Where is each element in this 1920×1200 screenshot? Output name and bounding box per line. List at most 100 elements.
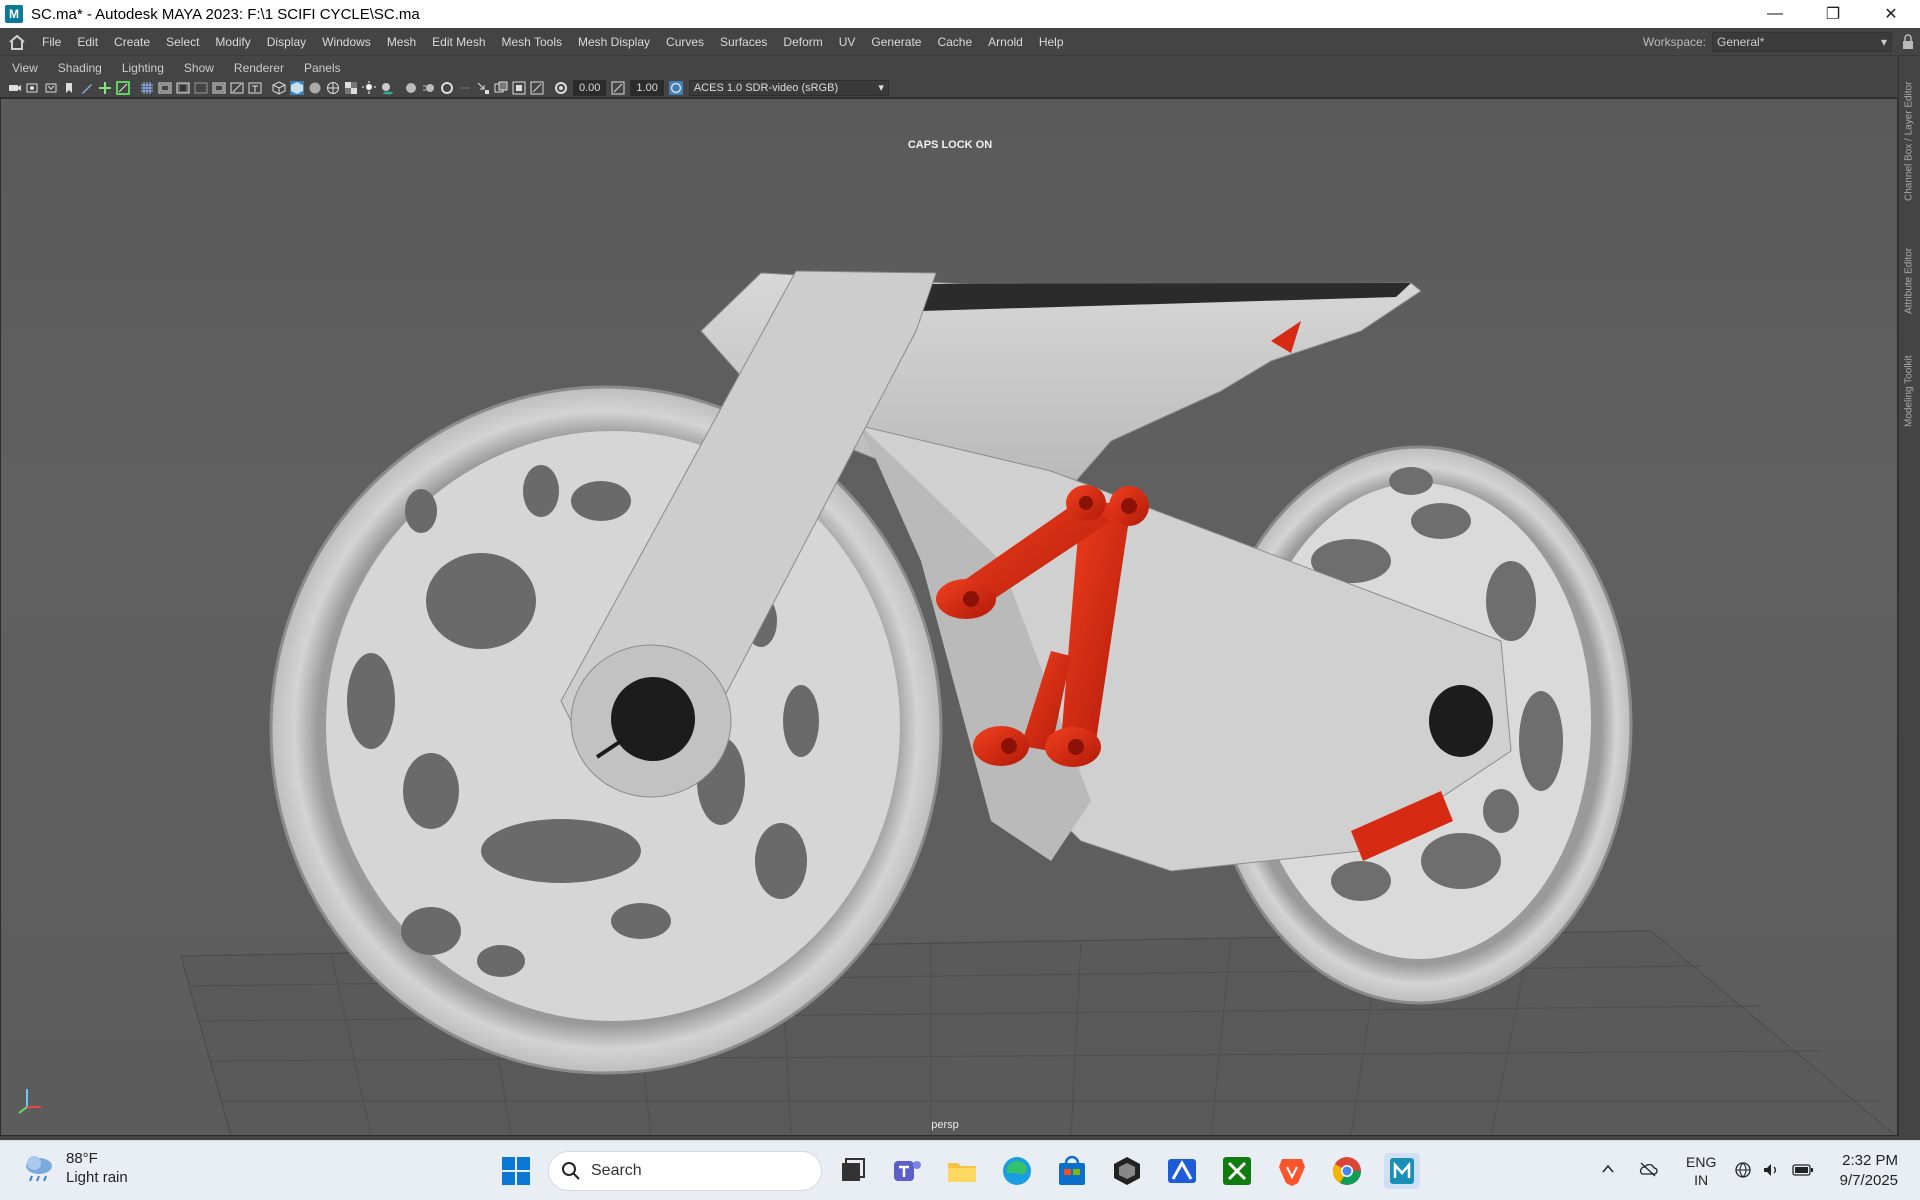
axis-gizmo xyxy=(18,1089,41,1114)
system-clock[interactable]: 2:32 PM 9/7/2025 xyxy=(1840,1151,1898,1191)
field-chart-icon[interactable] xyxy=(194,81,208,95)
weather-widget[interactable]: 88°F Light rain xyxy=(22,1149,128,1187)
clock-time: 2:32 PM xyxy=(1842,1152,1898,1169)
wireframe-on-shaded-icon[interactable] xyxy=(326,81,340,95)
panel-menu-show[interactable]: Show xyxy=(172,61,222,75)
menu-file[interactable]: File xyxy=(34,35,69,49)
gamma-field[interactable]: 1.00 xyxy=(630,79,664,96)
chevron-up-icon[interactable] xyxy=(1600,1161,1616,1177)
xray-joints-icon[interactable] xyxy=(512,81,526,95)
menu-mesh[interactable]: Mesh xyxy=(379,35,424,49)
select-camera-icon[interactable] xyxy=(8,81,22,95)
panel-menu-panels[interactable]: Panels xyxy=(292,61,349,75)
menu-display[interactable]: Display xyxy=(259,35,314,49)
network-globe-icon[interactable] xyxy=(1734,1161,1752,1179)
menu-mesh-display[interactable]: Mesh Display xyxy=(570,35,658,49)
teams-icon[interactable] xyxy=(889,1153,925,1189)
volume-icon[interactable] xyxy=(1762,1161,1780,1179)
menu-curves[interactable]: Curves xyxy=(658,35,712,49)
search-label: Search xyxy=(591,1162,642,1179)
xray-components-icon[interactable] xyxy=(530,81,544,95)
smooth-shade-icon[interactable] xyxy=(290,80,304,95)
color-management-icon[interactable] xyxy=(668,80,683,95)
close-button[interactable]: ✕ xyxy=(1862,0,1920,28)
affinity-icon[interactable] xyxy=(1164,1153,1200,1189)
restore-button[interactable]: ❐ xyxy=(1804,0,1862,28)
grease-pencil-icon[interactable] xyxy=(80,81,94,95)
chrome-icon[interactable] xyxy=(1329,1153,1365,1189)
shadows-icon[interactable] xyxy=(380,81,394,95)
3d-viewport[interactable]: CAPS LOCK ON persp xyxy=(0,98,1898,1136)
title-bar: M SC.ma* - Autodesk MAYA 2023: F:\1 SCIF… xyxy=(0,0,1920,28)
tab-channel-box[interactable]: Channel Box / Layer Editor xyxy=(1898,66,1920,216)
gate-mask-icon[interactable] xyxy=(176,81,190,95)
screen-space-ao-icon[interactable] xyxy=(404,81,418,95)
image-plane-icon[interactable] xyxy=(62,81,76,95)
lock-icon[interactable] xyxy=(1902,34,1914,50)
xbox-icon[interactable] xyxy=(1219,1153,1255,1189)
taskbar-search[interactable]: Search xyxy=(548,1151,822,1191)
edge-icon[interactable] xyxy=(999,1153,1035,1189)
color-space-dropdown[interactable]: ACES 1.0 SDR-video (sRGB) ▾ xyxy=(688,79,889,96)
menu-modify[interactable]: Modify xyxy=(207,35,258,49)
use-default-material-icon[interactable] xyxy=(308,81,322,95)
menu-generate[interactable]: Generate xyxy=(863,35,929,49)
task-view-icon[interactable] xyxy=(834,1153,870,1189)
menu-select[interactable]: Select xyxy=(158,35,207,49)
2d-pan-zoom-icon[interactable] xyxy=(98,81,112,95)
unity-icon[interactable] xyxy=(1109,1153,1145,1189)
rain-cloud-icon xyxy=(26,1156,52,1182)
safe-action-icon[interactable] xyxy=(212,81,226,95)
side-tabs: Channel Box / Layer Editor Attribute Edi… xyxy=(1898,56,1920,1136)
resolution-gate-icon[interactable] xyxy=(158,81,172,95)
text-icon[interactable] xyxy=(248,81,262,95)
menu-edit-mesh[interactable]: Edit Mesh xyxy=(424,35,493,49)
brave-icon[interactable] xyxy=(1274,1153,1310,1189)
weather-description: Light rain xyxy=(66,1169,128,1186)
menu-deform[interactable]: Deform xyxy=(775,35,830,49)
tab-attribute-editor[interactable]: Attribute Editor xyxy=(1898,231,1920,331)
safe-title-icon[interactable] xyxy=(230,81,244,95)
minimize-button[interactable]: — xyxy=(1746,0,1804,28)
home-icon[interactable] xyxy=(8,34,26,50)
xray-icon[interactable] xyxy=(494,81,508,95)
menu-create[interactable]: Create xyxy=(106,35,158,49)
motion-blur-icon[interactable] xyxy=(422,81,436,95)
panel-menu-renderer[interactable]: Renderer xyxy=(222,61,292,75)
windows-start-icon[interactable] xyxy=(498,1153,534,1189)
gamma-icon[interactable] xyxy=(611,81,625,95)
menu-uv[interactable]: UV xyxy=(831,35,864,49)
menu-windows[interactable]: Windows xyxy=(314,35,379,49)
textured-icon[interactable] xyxy=(344,81,358,95)
battery-icon[interactable] xyxy=(1792,1162,1814,1178)
workspace-dropdown[interactable]: General* ▾ xyxy=(1712,32,1892,52)
main-menu-bar: File Edit Create Select Modify Display W… xyxy=(0,28,1920,56)
menu-surfaces[interactable]: Surfaces xyxy=(712,35,775,49)
clock-date: 9/7/2025 xyxy=(1839,1172,1898,1189)
grid-toggle-icon[interactable] xyxy=(140,81,154,95)
menu-arnold[interactable]: Arnold xyxy=(980,35,1031,49)
depth-of-field-icon[interactable] xyxy=(458,81,472,95)
panel-menu-shading[interactable]: Shading xyxy=(46,61,110,75)
wireframe-icon[interactable] xyxy=(272,80,286,95)
input-language[interactable]: ENG IN xyxy=(1686,1153,1716,1189)
camera-attributes-icon[interactable] xyxy=(26,81,40,95)
bookmarks-icon[interactable] xyxy=(44,81,58,95)
isolate-select-icon[interactable] xyxy=(476,81,490,95)
exposure-field[interactable]: 0.00 xyxy=(573,79,607,96)
panel-menu-view[interactable]: View xyxy=(0,61,46,75)
use-all-lights-icon[interactable] xyxy=(362,80,376,95)
exposure-icon[interactable] xyxy=(554,81,568,95)
film-gate-icon[interactable] xyxy=(116,80,130,95)
file-explorer-icon[interactable] xyxy=(944,1153,980,1189)
panel-menu-lighting[interactable]: Lighting xyxy=(110,61,172,75)
onedrive-icon[interactable] xyxy=(1638,1161,1658,1177)
menu-help[interactable]: Help xyxy=(1031,35,1072,49)
menu-edit[interactable]: Edit xyxy=(69,35,106,49)
tab-modeling-toolkit[interactable]: Modeling Toolkit xyxy=(1898,341,1920,441)
store-icon[interactable] xyxy=(1054,1153,1090,1189)
maya-taskbar-icon[interactable] xyxy=(1384,1153,1420,1189)
anti-aliasing-icon[interactable] xyxy=(440,81,454,95)
menu-cache[interactable]: Cache xyxy=(929,35,980,49)
menu-mesh-tools[interactable]: Mesh Tools xyxy=(494,35,570,49)
